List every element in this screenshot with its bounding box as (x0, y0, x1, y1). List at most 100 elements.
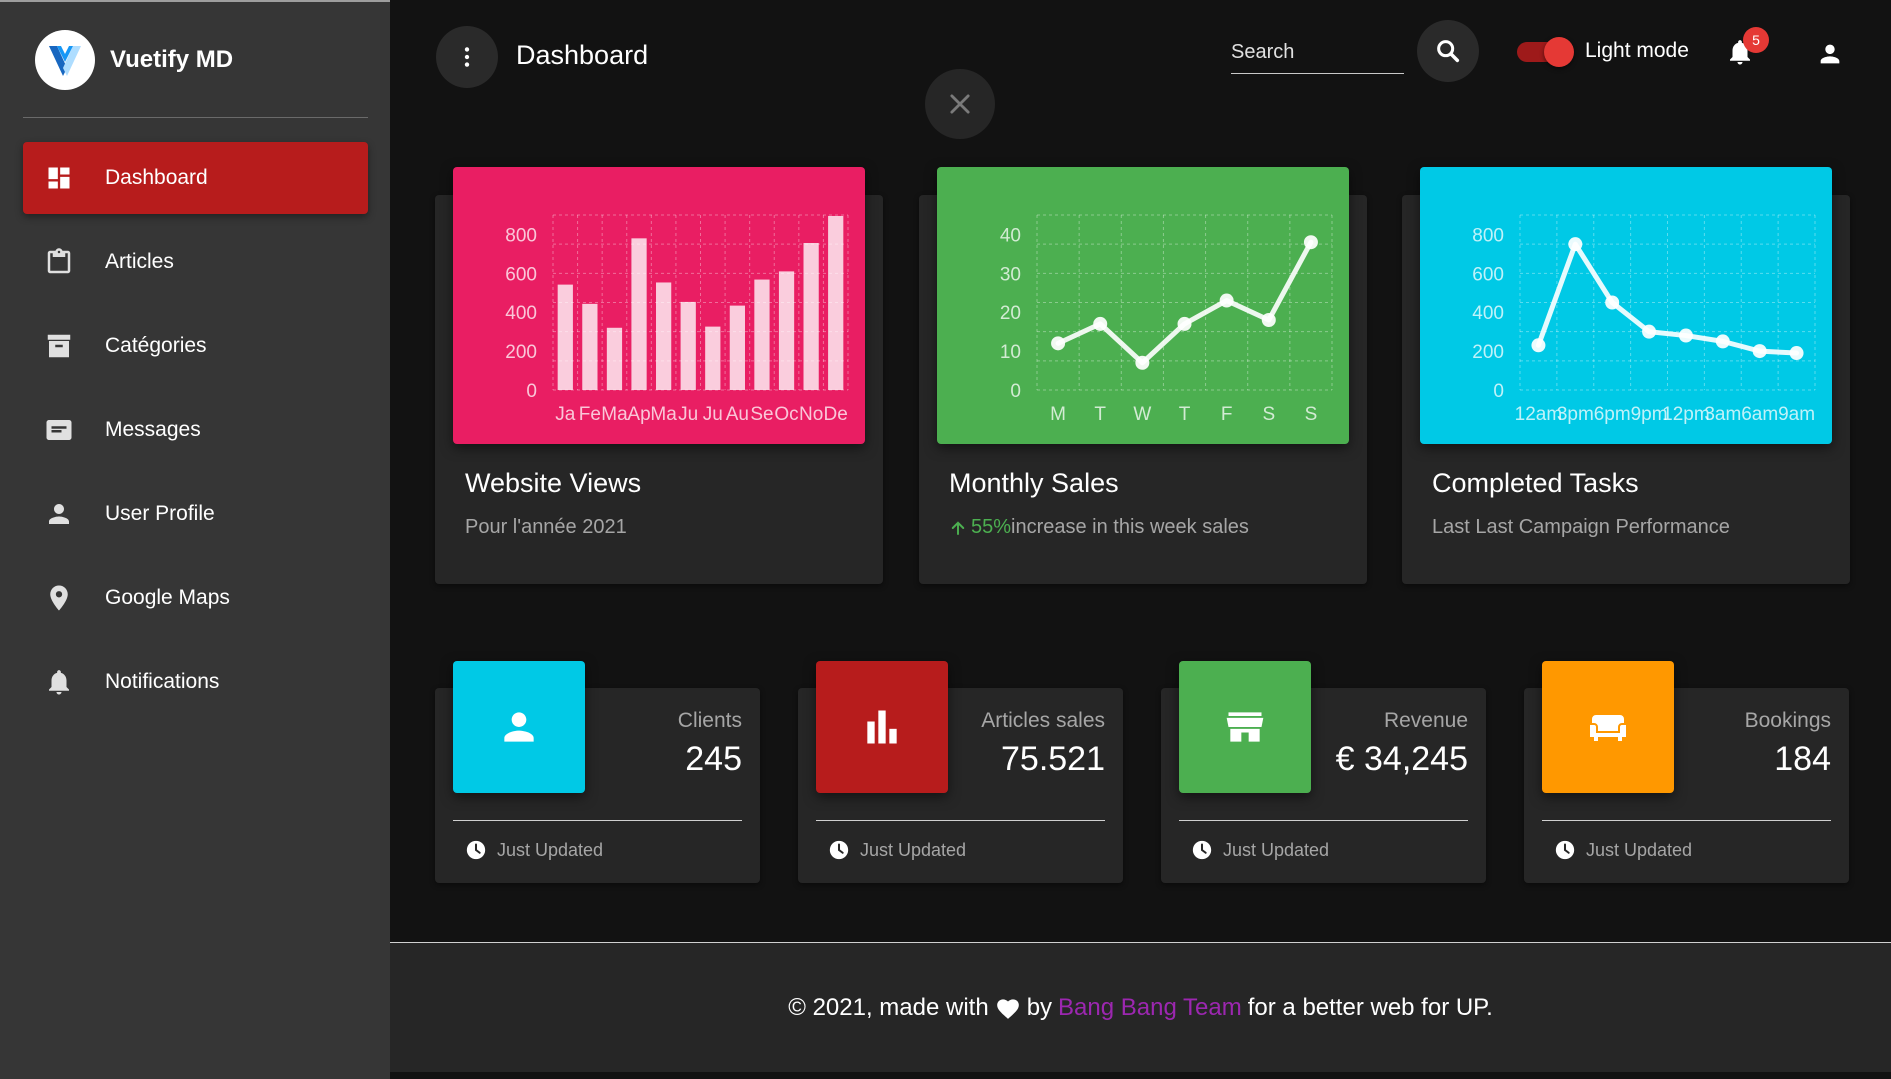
bar (705, 326, 721, 390)
sidebar-item-dashboard[interactable]: Dashboard (23, 142, 368, 214)
account-icon (453, 661, 585, 793)
notification-badge: 5 (1743, 27, 1769, 53)
x-tick-label: Fe (579, 404, 601, 425)
monthly-sales-card: 0 10 20 30 40 M T W T F S S Monthly Sales 55% incre… (919, 167, 1367, 584)
stat-value: € 34,245 (1335, 740, 1468, 778)
articles-sales-stat-card: Articles sales 75.521 Just Updated (798, 661, 1123, 883)
data-point (1568, 237, 1583, 252)
bar (803, 243, 819, 390)
card-title: Monthly Sales (949, 468, 1119, 498)
clock-icon (829, 840, 849, 860)
y-tick-label: 10 (1000, 342, 1021, 363)
x-tick-label: 3am (1704, 404, 1741, 425)
completed-tasks-line-chart: 020040060080012am3pm 6pm 9pm12pm3am 6am 9am (1472, 214, 1816, 425)
sidebar-nav: Dashboard Articles Catégories Messages U… (23, 142, 368, 730)
search-button[interactable] (1417, 20, 1479, 82)
stat-value: 245 (685, 740, 742, 778)
account-button[interactable] (1812, 36, 1848, 72)
sidebar-item-label: Messages (105, 418, 201, 441)
bar (631, 238, 647, 390)
bar (656, 282, 672, 390)
sidebar-item-notifications[interactable]: Notifications (23, 646, 368, 718)
search-icon (1437, 40, 1460, 63)
x-tick-label: 6am (1741, 404, 1778, 425)
x-tick-label: W (1133, 404, 1151, 425)
y-tick-label: 600 (1472, 264, 1504, 285)
data-point (1752, 344, 1767, 359)
stat-label: Articles sales (981, 709, 1105, 732)
data-point (1093, 316, 1108, 331)
data-point (1605, 295, 1620, 310)
sidebar-item-label: Articles (105, 250, 174, 273)
sales-increase-value: 55% (971, 516, 1012, 538)
map-marker-icon (43, 582, 75, 614)
sidebar-item-articles[interactable]: Articles (23, 226, 368, 298)
sidebar-item-label: User Profile (105, 502, 215, 525)
sidebar-item-categories[interactable]: Catégories (23, 310, 368, 382)
divider (1179, 820, 1468, 821)
footer: © 2021, made with by Bang Bang Team for … (390, 942, 1891, 1072)
arrow-up-icon (951, 520, 965, 535)
close-button[interactable] (925, 69, 995, 139)
bar (828, 215, 844, 390)
close-icon (950, 94, 970, 114)
divider (1542, 820, 1831, 821)
card-title: Completed Tasks (1432, 468, 1639, 498)
website-views-card: 0 200 400 600 800 Ja Fe Ma Ap Ma Ju Ju Au Se Oc No De We… (435, 167, 883, 584)
data-point (1177, 316, 1192, 331)
archive-icon (43, 330, 75, 362)
toggle-knob (1544, 37, 1574, 67)
clients-stat-card: Clients 245 Just Updated (435, 661, 760, 883)
x-tick-label: 12am (1515, 404, 1563, 425)
clock-icon (1555, 840, 1575, 860)
card-title: Website Views (465, 468, 642, 498)
data-point (1261, 313, 1276, 327)
footer-prefix: © 2021, made with (788, 993, 989, 1021)
x-tick-label: Ap (627, 404, 650, 425)
card-subtitle: 55% increase in this week sales (949, 516, 1249, 539)
x-tick-label: Ma (601, 404, 628, 425)
brand[interactable]: Vuetify MD (23, 2, 368, 118)
data-point (1135, 355, 1150, 370)
light-mode-toggle[interactable] (1517, 37, 1574, 67)
y-tick-label: 20 (1000, 303, 1021, 324)
bar (778, 271, 795, 390)
x-tick-label: M (1050, 404, 1066, 425)
bookings-stat-card: Bookings 184 Just Updated (1524, 661, 1849, 883)
team-link[interactable]: Bang Bang Team (1058, 994, 1242, 1022)
bar (729, 305, 745, 390)
y-tick-label: 30 (1000, 264, 1021, 285)
clock-icon (1192, 840, 1212, 860)
x-tick-label: S (1262, 404, 1275, 425)
y-tick-label: 0 (1010, 381, 1021, 402)
card-subtitle-text: increase in this week sales (1011, 516, 1249, 538)
card-subtitle-text: Pour l'année 2021 (465, 516, 627, 538)
search-input[interactable] (1231, 32, 1404, 73)
store-icon (1179, 661, 1311, 793)
sidebar-item-label: Google Maps (105, 586, 230, 609)
account-icon (1820, 44, 1840, 64)
search-field (1231, 32, 1404, 74)
x-tick-label: 12pm (1662, 404, 1710, 425)
sidebar-item-user-profile[interactable]: User Profile (23, 478, 368, 550)
y-tick-label: 400 (505, 303, 537, 324)
completed-tasks-card: 0 200 400 600 800 12am 3pm 6pm 9pm 12pm 3am 6am 9am … (1402, 167, 1850, 584)
sidebar-item-messages[interactable]: Messages (23, 394, 368, 466)
menu-button[interactable] (436, 26, 498, 88)
stat-footer: Just Updated (465, 839, 603, 861)
x-tick-label: T (1179, 404, 1191, 425)
sidebar-item-google-maps[interactable]: Google Maps (23, 562, 368, 634)
y-tick-label: 600 (505, 264, 537, 285)
stat-footer-text: Just Updated (860, 839, 967, 860)
data-point (1051, 336, 1066, 351)
y-tick-label: 800 (1472, 225, 1504, 246)
website-views-bar-chart: 0200400600800Ja Fe Ma Ap Ma Ju Ju Au Se Oc No De (505, 214, 849, 425)
monthly-sales-chart: 0 10 20 30 40 M T W T F S S (937, 167, 1349, 444)
x-tick-label: Ja (555, 404, 576, 425)
dots-vertical-icon (464, 47, 470, 67)
divider (816, 820, 1105, 821)
y-tick-label: 400 (1472, 303, 1504, 324)
x-tick-label: S (1305, 404, 1318, 425)
stat-footer: Just Updated (1191, 839, 1329, 861)
sidebar: Vuetify MD Dashboard Articles Catégories… (0, 0, 390, 1079)
